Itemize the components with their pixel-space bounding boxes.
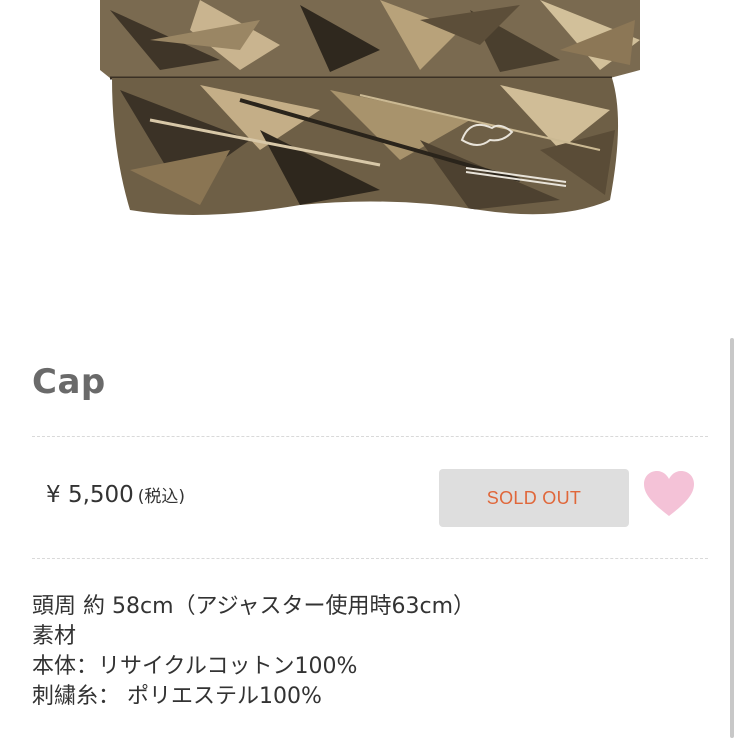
tax-note: (税込) <box>137 487 186 507</box>
price: ¥ 5,500 (税込) <box>46 482 185 508</box>
product-description: 頭周 約 58cm（アジャスター使用時63cm） 素材 本体：リサイクルコットン… <box>32 592 712 712</box>
product-image <box>0 0 738 300</box>
description-line-size: 頭周 約 58cm（アジャスター使用時63cm） <box>32 594 476 619</box>
sold-out-label: SOLD OUT <box>486 487 582 508</box>
scrollbar-thumb[interactable] <box>730 338 734 738</box>
sold-out-button[interactable]: SOLD OUT <box>439 469 629 527</box>
divider <box>32 558 708 559</box>
camo-cap-photo <box>100 0 640 215</box>
description-line-material-heading: 素材 <box>32 624 77 649</box>
heart-icon[interactable] <box>642 470 696 520</box>
price-value: ¥ 5,500 <box>46 482 134 508</box>
product-title: Cap <box>32 362 106 402</box>
favorite-heart-shape <box>644 471 694 516</box>
divider <box>32 436 708 437</box>
description-line-body: 本体：リサイクルコットン100% <box>32 654 358 679</box>
description-line-thread: 刺繍糸： ポリエステル100% <box>32 684 322 709</box>
